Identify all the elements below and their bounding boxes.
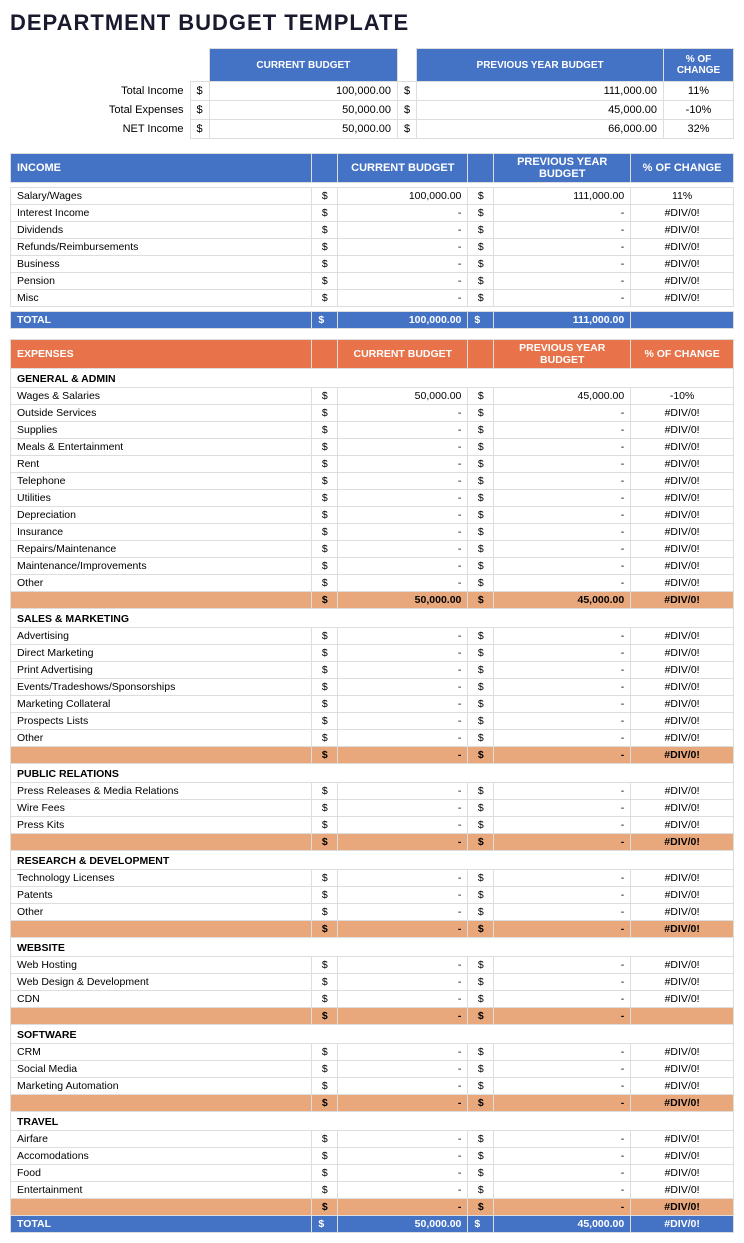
expenses-data-row: Food $ - $ - #DIV/0! bbox=[11, 1165, 734, 1182]
income-data-row: Salary/Wages $ 100,000.00 $ 111,000.00 1… bbox=[11, 188, 734, 205]
income-data-row: Interest Income $ - $ - #DIV/0! bbox=[11, 205, 734, 222]
expenses-data-row: Rent $ - $ - #DIV/0! bbox=[11, 456, 734, 473]
expenses-data-row: Supplies $ - $ - #DIV/0! bbox=[11, 422, 734, 439]
summary-header-pct: % OF CHANGE bbox=[664, 49, 734, 82]
expenses-subtotal-row: $ - $ - #DIV/0! bbox=[11, 834, 734, 851]
expenses-data-row: Direct Marketing $ - $ - #DIV/0! bbox=[11, 645, 734, 662]
income-total-row: TOTAL $ 100,000.00 $ 111,000.00 bbox=[11, 312, 734, 329]
expenses-data-row: Advertising $ - $ - #DIV/0! bbox=[11, 628, 734, 645]
expenses-total-label: TOTAL bbox=[11, 1216, 312, 1233]
expenses-subtotal-row: $ - $ - #DIV/0! bbox=[11, 1199, 734, 1216]
expenses-data-row: CRM $ - $ - #DIV/0! bbox=[11, 1044, 734, 1061]
expenses-data-row: Maintenance/Improvements $ - $ - #DIV/0! bbox=[11, 558, 734, 575]
expenses-subsection-header: PUBLIC RELATIONS bbox=[11, 764, 734, 783]
expenses-data-row: Other $ - $ - #DIV/0! bbox=[11, 730, 734, 747]
income-row-label: Refunds/Reimbursements bbox=[11, 239, 312, 256]
expenses-subtotal-row: $ - $ - bbox=[11, 1008, 734, 1025]
expenses-subtotal-row: $ - $ - #DIV/0! bbox=[11, 921, 734, 938]
expenses-data-row: Press Releases & Media Relations $ - $ -… bbox=[11, 783, 734, 800]
expenses-subsection-header: RESEARCH & DEVELOPMENT bbox=[11, 851, 734, 870]
expenses-data-row: Insurance $ - $ - #DIV/0! bbox=[11, 524, 734, 541]
expenses-data-row: Depreciation $ - $ - #DIV/0! bbox=[11, 507, 734, 524]
income-table: INCOME CURRENT BUDGET PREVIOUS YEAR BUDG… bbox=[10, 153, 734, 329]
income-data-row: Pension $ - $ - #DIV/0! bbox=[11, 273, 734, 290]
expenses-data-row: Print Advertising $ - $ - #DIV/0! bbox=[11, 662, 734, 679]
expenses-data-row: Prospects Lists $ - $ - #DIV/0! bbox=[11, 713, 734, 730]
income-row-label: Dividends bbox=[11, 222, 312, 239]
summary-label-expenses: Total Expenses bbox=[10, 101, 190, 120]
expenses-data-row: Web Design & Development $ - $ - #DIV/0! bbox=[11, 974, 734, 991]
expenses-data-row: CDN $ - $ - #DIV/0! bbox=[11, 991, 734, 1008]
expenses-data-row: Press Kits $ - $ - #DIV/0! bbox=[11, 817, 734, 834]
income-row-label: Business bbox=[11, 256, 312, 273]
summary-label-net: NET Income bbox=[10, 120, 190, 139]
expenses-data-row: Accomodations $ - $ - #DIV/0! bbox=[11, 1148, 734, 1165]
income-total-label: TOTAL bbox=[11, 312, 312, 329]
expenses-data-row: Entertainment $ - $ - #DIV/0! bbox=[11, 1182, 734, 1199]
expenses-subsection-header: WEBSITE bbox=[11, 938, 734, 957]
income-data-row: Dividends $ - $ - #DIV/0! bbox=[11, 222, 734, 239]
expenses-subsection-header: GENERAL & ADMIN bbox=[11, 369, 734, 388]
expenses-data-row: Repairs/Maintenance $ - $ - #DIV/0! bbox=[11, 541, 734, 558]
income-data-row: Refunds/Reimbursements $ - $ - #DIV/0! bbox=[11, 239, 734, 256]
expenses-section-label: EXPENSES bbox=[11, 340, 312, 369]
income-data-row: Misc $ - $ - #DIV/0! bbox=[11, 290, 734, 307]
expenses-data-row: Events/Tradeshows/Sponsorships $ - $ - #… bbox=[11, 679, 734, 696]
expenses-subsection-header: SOFTWARE bbox=[11, 1025, 734, 1044]
expenses-data-row: Marketing Automation $ - $ - #DIV/0! bbox=[11, 1078, 734, 1095]
expenses-data-row: Outside Services $ - $ - #DIV/0! bbox=[11, 405, 734, 422]
expenses-data-row: Social Media $ - $ - #DIV/0! bbox=[11, 1061, 734, 1078]
income-row-label: Interest Income bbox=[11, 205, 312, 222]
expenses-data-row: Other $ - $ - #DIV/0! bbox=[11, 575, 734, 592]
income-section-label: INCOME bbox=[11, 154, 312, 183]
expenses-data-row: Patents $ - $ - #DIV/0! bbox=[11, 887, 734, 904]
expenses-table: EXPENSES CURRENT BUDGET PREVIOUS YEAR BU… bbox=[10, 339, 734, 1233]
income-data-row: Business $ - $ - #DIV/0! bbox=[11, 256, 734, 273]
summary-header-prev: PREVIOUS YEAR BUDGET bbox=[417, 49, 664, 82]
expenses-data-row: Utilities $ - $ - #DIV/0! bbox=[11, 490, 734, 507]
expenses-total-row: TOTAL $ 50,000.00 $ 45,000.00 #DIV/0! bbox=[11, 1216, 734, 1233]
expenses-subtotal-row: $ - $ - #DIV/0! bbox=[11, 747, 734, 764]
income-row-label: Pension bbox=[11, 273, 312, 290]
expenses-subsection-header: SALES & MARKETING bbox=[11, 609, 734, 628]
income-row-label: Salary/Wages bbox=[11, 188, 312, 205]
expenses-subtotal-row: $ - $ - #DIV/0! bbox=[11, 1095, 734, 1112]
summary-row-net: NET Income $ 50,000.00 $ 66,000.00 32% bbox=[10, 120, 734, 139]
expenses-data-row: Web Hosting $ - $ - #DIV/0! bbox=[11, 957, 734, 974]
page-title: DEPARTMENT BUDGET TEMPLATE bbox=[10, 10, 734, 36]
summary-row-income: Total Income $ 100,000.00 $ 111,000.00 1… bbox=[10, 82, 734, 101]
income-row-label: Misc bbox=[11, 290, 312, 307]
expenses-data-row: Airfare $ - $ - #DIV/0! bbox=[11, 1131, 734, 1148]
expenses-subsection-header: TRAVEL bbox=[11, 1112, 734, 1131]
expenses-data-row: Telephone $ - $ - #DIV/0! bbox=[11, 473, 734, 490]
summary-header-current: CURRENT BUDGET bbox=[209, 49, 397, 82]
summary-label-income: Total Income bbox=[10, 82, 190, 101]
expenses-data-row: Meals & Entertainment $ - $ - #DIV/0! bbox=[11, 439, 734, 456]
expenses-data-row: Other $ - $ - #DIV/0! bbox=[11, 904, 734, 921]
expenses-data-row: Technology Licenses $ - $ - #DIV/0! bbox=[11, 870, 734, 887]
expenses-data-row: Wire Fees $ - $ - #DIV/0! bbox=[11, 800, 734, 817]
expenses-subtotal-row: $ 50,000.00 $ 45,000.00 #DIV/0! bbox=[11, 592, 734, 609]
expenses-data-row: Wages & Salaries $ 50,000.00 $ 45,000.00… bbox=[11, 388, 734, 405]
expenses-data-row: Marketing Collateral $ - $ - #DIV/0! bbox=[11, 696, 734, 713]
summary-table: CURRENT BUDGET PREVIOUS YEAR BUDGET % OF… bbox=[10, 48, 734, 139]
summary-row-expenses: Total Expenses $ 50,000.00 $ 45,000.00 -… bbox=[10, 101, 734, 120]
